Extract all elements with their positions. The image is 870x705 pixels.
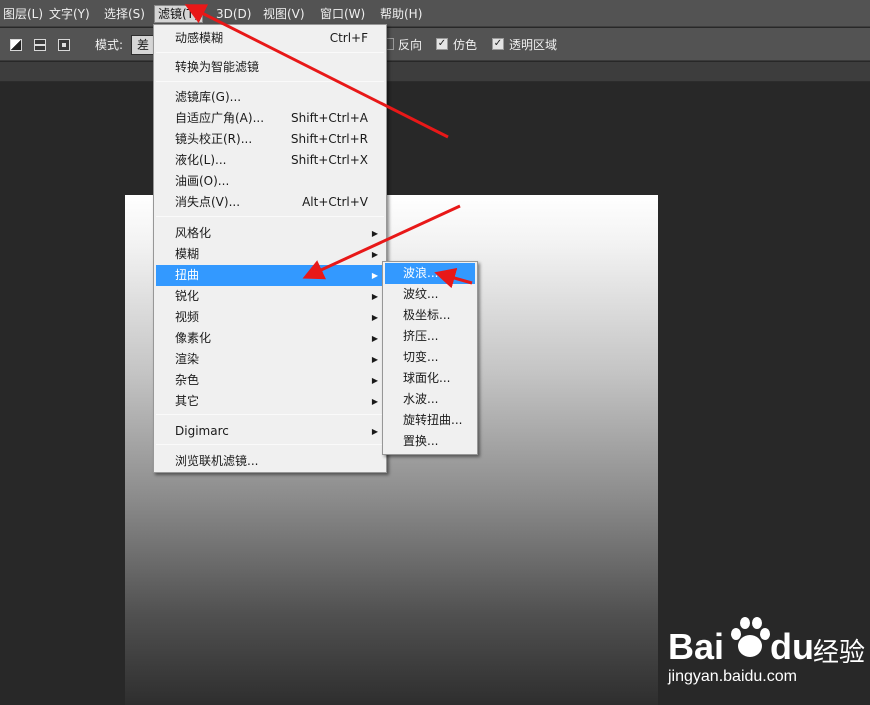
menu-window[interactable]: 窗口(W) (317, 5, 368, 23)
menu-item-filter-gallery[interactable]: 滤镜库(G)... (156, 87, 384, 108)
filter-menu: 动感模糊 Ctrl+F 转换为智能滤镜 滤镜库(G)... 自适应广角(A)...… (153, 24, 387, 473)
menu-item-motion-blur[interactable]: 动感模糊 Ctrl+F (156, 28, 384, 49)
menu-item-liquify[interactable]: 液化(L)... Shift+Ctrl+X (156, 150, 384, 171)
transparency-checkbox[interactable]: ✓ (492, 38, 504, 50)
menu-item-browse-online-filters[interactable]: 浏览联机滤镜... (156, 451, 384, 472)
menu-item-blur[interactable]: 模糊 ▶ (156, 244, 384, 265)
menu-item-vanishing-point[interactable]: 消失点(V)... Alt+Ctrl+V (156, 192, 384, 213)
menu-help[interactable]: 帮助(H) (377, 5, 425, 23)
submenu-arrow-icon: ▶ (371, 427, 378, 436)
watermark-brand: 经验 (813, 637, 866, 667)
menu-item-stylize[interactable]: 风格化 ▶ (156, 223, 384, 244)
submenu-item-wave[interactable]: 波浪... (385, 263, 475, 284)
menu-item-lens-correction[interactable]: 镜头校正(R)... Shift+Ctrl+R (156, 129, 384, 150)
menu-item-render[interactable]: 渲染 ▶ (156, 349, 384, 370)
watermark-url: jingyan.baidu.com (668, 668, 797, 685)
submenu-arrow-icon: ▶ (371, 229, 378, 238)
menu-type[interactable]: 文字(Y) (46, 5, 93, 23)
menu-item-convert-smart-filters[interactable]: 转换为智能滤镜 (156, 57, 384, 78)
linear-gradient-icon[interactable] (10, 39, 22, 51)
distort-submenu: 波浪... 波纹... 极坐标... 挤压... 切变... 球面化... 水波… (382, 261, 478, 455)
paw-icon (731, 617, 770, 657)
menu-separator (156, 414, 384, 415)
menu-item-digimarc[interactable]: Digimarc ▶ (156, 421, 384, 442)
submenu-item-shear[interactable]: 切变... (385, 347, 475, 368)
submenu-item-ripple[interactable]: 波纹... (385, 284, 475, 305)
menu-view[interactable]: 视图(V) (260, 5, 308, 23)
watermark-logo-text: Bai (668, 626, 725, 667)
mode-select[interactable]: 差 (131, 35, 155, 55)
options-bar: 模式: 差 反向 ✓ 仿色 ✓ 透明区域 (0, 28, 870, 61)
dither-checkbox[interactable]: ✓ (436, 38, 448, 50)
reverse-label: 反向 (398, 38, 423, 52)
baidu-jingyan-watermark: Bai du 经验 jingyan.baidu.com (668, 608, 868, 698)
menu-item-oil-paint[interactable]: 油画(O)... (156, 171, 384, 192)
photoshop-window: 图层(L) 文字(Y) 选择(S) 滤镜(T) 3D(D) 视图(V) 窗口(W… (0, 0, 870, 705)
submenu-item-spherize[interactable]: 球面化... (385, 368, 475, 389)
menu-separator (156, 52, 384, 53)
submenu-arrow-icon: ▶ (371, 334, 378, 343)
menu-3d[interactable]: 3D(D) (213, 5, 254, 23)
menu-item-video[interactable]: 视频 ▶ (156, 307, 384, 328)
document-tab-strip (0, 62, 870, 82)
watermark-logo-text-2: du (770, 626, 814, 667)
transparency-label: 透明区域 (509, 38, 558, 52)
diamond-gradient-icon[interactable] (58, 39, 70, 51)
submenu-arrow-icon: ▶ (371, 271, 378, 280)
submenu-item-twirl[interactable]: 旋转扭曲... (385, 410, 475, 431)
submenu-arrow-icon: ▶ (371, 376, 378, 385)
submenu-item-polar-coordinates[interactable]: 极坐标... (385, 305, 475, 326)
dither-label: 仿色 (453, 38, 478, 52)
submenu-arrow-icon: ▶ (371, 313, 378, 322)
menu-bar: 图层(L) 文字(Y) 选择(S) 滤镜(T) 3D(D) 视图(V) 窗口(W… (0, 0, 870, 27)
reflected-gradient-icon[interactable] (34, 39, 46, 51)
menu-item-adaptive-wide-angle[interactable]: 自适应广角(A)... Shift+Ctrl+A (156, 108, 384, 129)
submenu-item-displace[interactable]: 置换... (385, 431, 475, 452)
menu-item-sharpen[interactable]: 锐化 ▶ (156, 286, 384, 307)
submenu-item-zigzag[interactable]: 水波... (385, 389, 475, 410)
menu-item-noise[interactable]: 杂色 ▶ (156, 370, 384, 391)
submenu-arrow-icon: ▶ (371, 250, 378, 259)
mode-label: 模式: (95, 38, 124, 52)
submenu-arrow-icon: ▶ (371, 355, 378, 364)
submenu-arrow-icon: ▶ (371, 397, 378, 406)
submenu-item-pinch[interactable]: 挤压... (385, 326, 475, 347)
submenu-arrow-icon: ▶ (371, 292, 378, 301)
menu-separator (156, 216, 384, 217)
menu-separator (156, 81, 384, 82)
menu-select[interactable]: 选择(S) (101, 5, 148, 23)
menu-item-other[interactable]: 其它 ▶ (156, 391, 384, 412)
menu-item-distort[interactable]: 扭曲 ▶ (156, 265, 384, 286)
menu-item-pixelate[interactable]: 像素化 ▶ (156, 328, 384, 349)
menu-separator (156, 444, 384, 445)
menu-filter[interactable]: 滤镜(T) (154, 5, 203, 23)
menu-layer[interactable]: 图层(L) (0, 5, 46, 23)
